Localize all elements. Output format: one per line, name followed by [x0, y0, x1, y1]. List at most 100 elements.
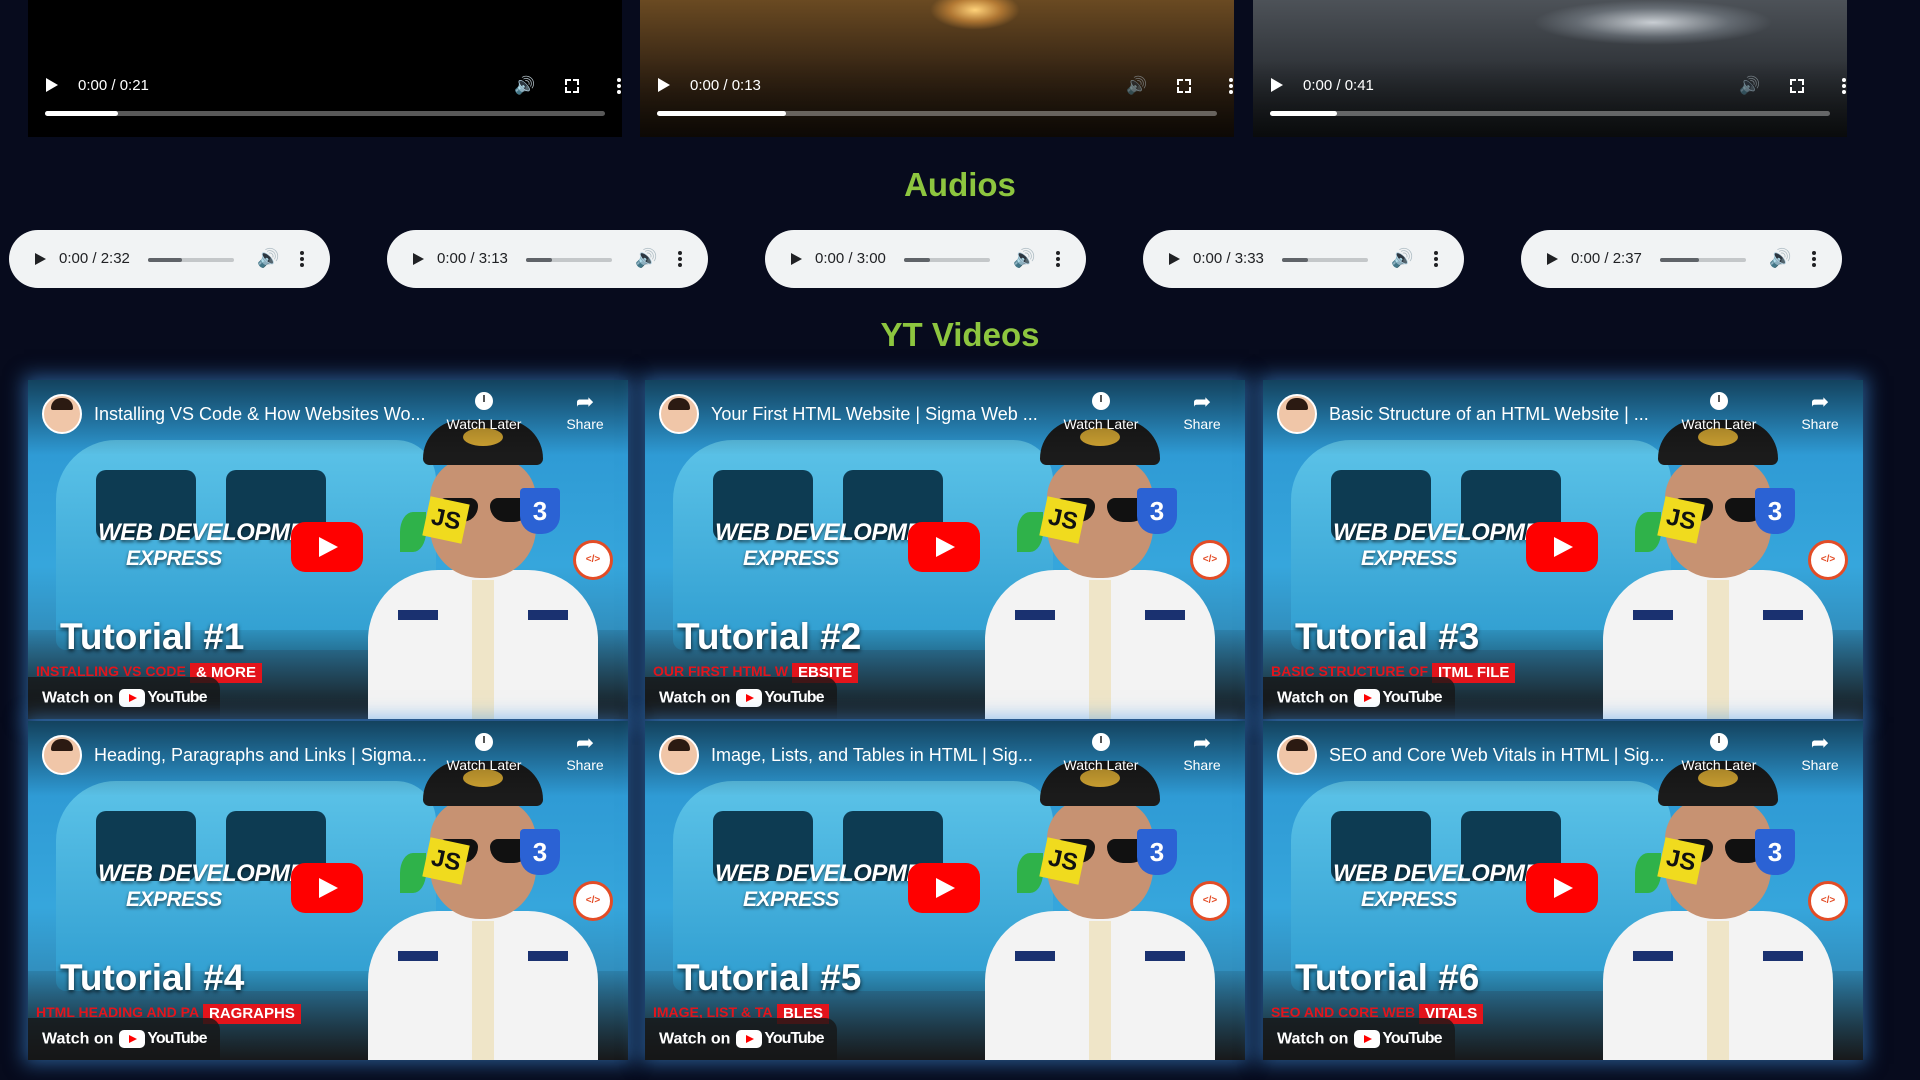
audio-volume-slider[interactable] — [1660, 258, 1746, 262]
audio-volume-slider[interactable] — [904, 258, 990, 262]
yt-video-title[interactable]: Basic Structure of an HTML Website | ... — [1329, 404, 1689, 425]
volume-icon[interactable]: 🔊 — [1126, 77, 1147, 94]
volume-icon[interactable]: 🔊 — [1769, 248, 1791, 269]
yt-video-title[interactable]: Image, Lists, and Tables in HTML | Sig..… — [711, 745, 1071, 766]
share-button[interactable]: ➦ Share — [560, 391, 610, 433]
pilot-epaulette — [1763, 951, 1803, 961]
video-player-1[interactable]: 0:00 / 0:21 🔊 — [28, 0, 622, 137]
play-icon[interactable] — [658, 78, 670, 92]
clock-icon — [1092, 392, 1110, 410]
yt-video-title[interactable]: Heading, Paragraphs and Links | Sigma... — [94, 745, 454, 766]
yt-embed-2[interactable]: JS 3 </> WEB DEVELOPMENT EXPRESS Tutorial… — [645, 380, 1245, 719]
audio-time: 0:00 / 3:33 — [1193, 250, 1264, 267]
watch-on-youtube-button[interactable]: Watch on YouTube — [1263, 1018, 1456, 1060]
more-vert-icon[interactable] — [1842, 78, 1846, 94]
yt-video-title[interactable]: Installing VS Code & How Websites Wo... — [94, 404, 454, 425]
audio-volume-slider[interactable] — [526, 258, 612, 262]
share-button[interactable]: ➦ Share — [560, 732, 610, 774]
yt-embed-5[interactable]: JS 3 </> WEB DEVELOPMENT EXPRESS Tutorial… — [645, 721, 1245, 1060]
clock-icon — [475, 733, 493, 751]
clock-icon — [1710, 733, 1728, 751]
watch-later-button[interactable]: Watch Later — [1061, 392, 1141, 432]
channel-avatar[interactable] — [1277, 735, 1317, 775]
play-icon[interactable] — [791, 253, 802, 265]
fullscreen-icon[interactable] — [1177, 79, 1191, 93]
share-button[interactable]: ➦ Share — [1795, 391, 1845, 433]
pilot-epaulette — [398, 951, 438, 961]
video-player-3[interactable]: 0:00 / 0:41 🔊 — [1253, 0, 1847, 137]
play-icon[interactable] — [413, 253, 424, 265]
more-vert-icon[interactable] — [1812, 251, 1816, 267]
play-icon[interactable] — [1547, 253, 1558, 265]
yt-play-button[interactable] — [1526, 863, 1598, 913]
volume-icon[interactable]: 🔊 — [1013, 248, 1035, 269]
channel-avatar[interactable] — [42, 394, 82, 434]
yt-play-button[interactable] — [291, 863, 363, 913]
audio-player-5[interactable]: 0:00 / 2:37 🔊 — [1521, 230, 1842, 288]
watch-later-button[interactable]: Watch Later — [1679, 733, 1759, 773]
watch-on-youtube-button[interactable]: Watch on YouTube — [645, 677, 838, 719]
audio-volume-fill — [148, 258, 183, 262]
yt-play-button[interactable] — [1526, 522, 1598, 572]
pilot-tie — [1089, 921, 1111, 1060]
share-button[interactable]: ➦ Share — [1177, 391, 1227, 433]
more-vert-icon[interactable] — [300, 251, 304, 267]
play-icon[interactable] — [1271, 78, 1283, 92]
watch-on-youtube-button[interactable]: Watch on YouTube — [28, 677, 221, 719]
video-player-2[interactable]: 0:00 / 0:13 🔊 — [640, 0, 1234, 137]
yt-embed-3[interactable]: JS 3 </> WEB DEVELOPMENT EXPRESS Tutorial… — [1263, 380, 1863, 719]
watch-later-button[interactable]: Watch Later — [1061, 733, 1141, 773]
channel-avatar[interactable] — [659, 394, 699, 434]
volume-icon[interactable]: 🔊 — [1391, 248, 1413, 269]
share-button[interactable]: ➦ Share — [1177, 732, 1227, 774]
channel-avatar[interactable] — [42, 735, 82, 775]
yt-play-button[interactable] — [908, 522, 980, 572]
audio-volume-slider[interactable] — [148, 258, 234, 262]
audio-volume-slider[interactable] — [1282, 258, 1368, 262]
more-vert-icon[interactable] — [678, 251, 682, 267]
fullscreen-icon[interactable] — [565, 79, 579, 93]
volume-icon[interactable]: 🔊 — [1739, 77, 1760, 94]
watch-on-youtube-button[interactable]: Watch on YouTube — [28, 1018, 221, 1060]
play-icon[interactable] — [46, 78, 58, 92]
channel-avatar[interactable] — [1277, 394, 1317, 434]
audio-player-2[interactable]: 0:00 / 3:13 🔊 — [387, 230, 708, 288]
share-button[interactable]: ➦ Share — [1795, 732, 1845, 774]
watch-on-label: Watch on — [659, 689, 731, 707]
watch-later-button[interactable]: Watch Later — [444, 392, 524, 432]
audio-player-4[interactable]: 0:00 / 3:33 🔊 — [1143, 230, 1464, 288]
watch-on-youtube-button[interactable]: Watch on YouTube — [645, 1018, 838, 1060]
audio-player-1[interactable]: 0:00 / 2:32 🔊 — [9, 230, 330, 288]
volume-icon[interactable]: 🔊 — [514, 77, 535, 94]
watch-later-button[interactable]: Watch Later — [444, 733, 524, 773]
yt-embed-1[interactable]: JS 3 </> WEB DEVELOPMENT EXPRESS Tutorial… — [28, 380, 628, 719]
channel-avatar[interactable] — [659, 735, 699, 775]
audio-player-3[interactable]: 0:00 / 3:00 🔊 — [765, 230, 1086, 288]
more-vert-icon[interactable] — [1434, 251, 1438, 267]
video-progress-bar[interactable] — [657, 111, 1217, 116]
video-progress-bar[interactable] — [45, 111, 605, 116]
yt-embed-6[interactable]: JS 3 </> WEB DEVELOPMENT EXPRESS Tutorial… — [1263, 721, 1863, 1060]
more-vert-icon[interactable] — [1056, 251, 1060, 267]
watch-on-youtube-button[interactable]: Watch on YouTube — [1263, 677, 1456, 719]
pilot-epaulette — [1015, 610, 1055, 620]
more-vert-icon[interactable] — [1229, 78, 1233, 94]
watch-later-button[interactable]: Watch Later — [1679, 392, 1759, 432]
yt-play-button[interactable] — [291, 522, 363, 572]
html-logo-icon: </> — [573, 881, 613, 921]
youtube-logo: YouTube — [119, 677, 207, 719]
youtube-wordmark: YouTube — [764, 1030, 824, 1047]
video-progress-bar[interactable] — [1270, 111, 1830, 116]
yt-video-title[interactable]: SEO and Core Web Vitals in HTML | Sig... — [1329, 745, 1689, 766]
volume-icon[interactable]: 🔊 — [257, 248, 279, 269]
fullscreen-icon[interactable] — [1790, 79, 1804, 93]
yt-video-title[interactable]: Your First HTML Website | Sigma Web ... — [711, 404, 1071, 425]
play-icon — [319, 878, 338, 898]
more-vert-icon[interactable] — [617, 78, 621, 94]
yt-embed-4[interactable]: JS 3 </> WEB DEVELOPMENT EXPRESS Tutorial… — [28, 721, 628, 1060]
yt-play-button[interactable] — [908, 863, 980, 913]
volume-icon[interactable]: 🔊 — [635, 248, 657, 269]
tutorial-number: Tutorial #4 — [60, 957, 245, 998]
play-icon[interactable] — [1169, 253, 1180, 265]
play-icon[interactable] — [35, 253, 46, 265]
